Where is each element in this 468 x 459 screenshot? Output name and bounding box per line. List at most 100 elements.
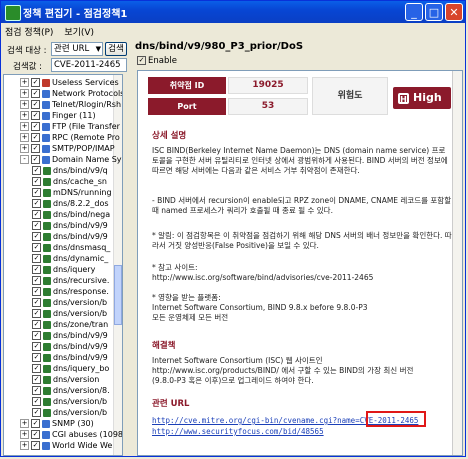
checkbox-checked-icon[interactable]: ✓ (32, 221, 41, 230)
checkbox-checked-icon[interactable]: ✓ (32, 353, 41, 362)
checkbox-checked-icon[interactable]: ✓ (31, 89, 40, 98)
checkbox-checked-icon[interactable]: ✓ (32, 342, 41, 351)
checkbox-checked-icon[interactable]: ✓ (32, 188, 41, 197)
checkbox-checked-icon[interactable]: ✓ (32, 166, 41, 175)
checkbox-checked-icon[interactable]: ✓ (32, 177, 41, 186)
checkbox-checked-icon[interactable]: ✓ (32, 199, 41, 208)
tree-item[interactable]: ✓ dns/dynamic_ (32, 253, 108, 264)
title-bar[interactable]: 정책 편집기 - 점검정책1 _ □ ✕ (1, 1, 465, 23)
minimize-button[interactable]: _ (405, 3, 423, 21)
tree-item[interactable]: ✓ dns/version/b (32, 297, 107, 308)
port-label: Port (148, 98, 226, 115)
checkbox-checked-icon[interactable]: ✓ (32, 298, 41, 307)
checkbox-checked-icon[interactable]: ✓ (31, 430, 40, 439)
tree-scroll-thumb[interactable] (114, 265, 122, 325)
tree-item[interactable]: ✓ dns/recursive. (32, 275, 109, 286)
checkbox-checked-icon[interactable]: ✓ (32, 276, 41, 285)
tree-item[interactable]: ✓ dns/version/b (32, 308, 107, 319)
tree-item[interactable]: ✓ dns/version/b (32, 407, 107, 418)
related-url-securityfocus[interactable]: http://www.securityfocus.com/bid/48565 (152, 427, 324, 436)
tree-item[interactable]: ✓ dns/version/8. (32, 385, 110, 396)
tree-item[interactable]: + ✓ FTP (File Transfer (20, 121, 120, 132)
tree-item[interactable]: ✓ dns/bind/v9/q (32, 165, 108, 176)
policy-tree[interactable]: + ✓ Useless Services + ✓ Network Protocols + ✓ T… (3, 74, 123, 456)
checkbox-checked-icon[interactable]: ✓ (32, 397, 41, 406)
tree-item[interactable]: - ✓ Domain Name Sy (20, 154, 122, 165)
tree-item[interactable]: ✓ dns/iquery (32, 264, 95, 275)
tree-item[interactable]: ✓ dns/dnsmasq_ (32, 242, 110, 253)
tree-item[interactable]: + ✓ World Wide We (20, 440, 112, 451)
checkbox-checked-icon[interactable]: ✓ (31, 155, 40, 164)
check-item-icon (43, 320, 51, 329)
checkbox-checked-icon[interactable]: ✓ (31, 144, 40, 153)
checkbox-checked-icon[interactable]: ✓ (32, 386, 41, 395)
checkbox-checked-icon[interactable]: ✓ (32, 375, 41, 384)
checkbox-checked-icon[interactable]: ✓ (32, 408, 41, 417)
tree-item[interactable]: ✓ dns/bind/nega (32, 209, 110, 220)
enable-checkbox[interactable]: ✓ Enable (137, 56, 177, 66)
menu-view[interactable]: 보기(V) (60, 23, 98, 40)
checkbox-checked-icon[interactable]: ✓ (32, 265, 41, 274)
tree-item[interactable]: ✓ mDNS/running (32, 187, 112, 198)
tree-item[interactable]: ✓ dns/8.2.2_dos (32, 198, 109, 209)
tree-item[interactable]: + ✓ SMTP/POP/IMAP (20, 143, 115, 154)
checkbox-checked-icon[interactable]: ✓ (31, 419, 40, 428)
checkbox-checked-icon[interactable]: ✓ (32, 287, 41, 296)
menu-policy[interactable]: 점검 정책(P) (1, 23, 57, 40)
tree-item[interactable]: ✓ dns/version (32, 374, 99, 385)
tree-item[interactable]: ✓ dns/bind/v9/9 (32, 220, 108, 231)
expand-icon[interactable]: + (20, 100, 29, 109)
expand-icon[interactable]: + (20, 144, 29, 153)
checkbox-checked-icon[interactable]: ✓ (32, 309, 41, 318)
search-target-select[interactable]: 관련 URL ▼ (51, 42, 103, 56)
checkbox-checked-icon[interactable]: ✓ (31, 122, 40, 131)
tree-item[interactable]: ✓ dns/version/b (32, 396, 107, 407)
tree-item[interactable]: ✓ dns/response. (32, 286, 109, 297)
checkbox-checked-icon[interactable]: ✓ (32, 364, 41, 373)
tree-item[interactable]: ✓ dns/zone/tran (32, 319, 108, 330)
check-item-icon (43, 375, 51, 384)
checkbox-checked-icon[interactable]: ✓ (32, 243, 41, 252)
checkbox-checked-icon[interactable]: ✓ (32, 254, 41, 263)
detail-scrollbar[interactable] (452, 71, 462, 455)
tree-item[interactable]: + ✓ Network Protocols (20, 88, 122, 99)
tree-item[interactable]: ✓ dns/bind/v9/9 (32, 341, 108, 352)
expand-icon[interactable]: + (20, 441, 29, 450)
risk-label: 위험도 (312, 77, 388, 115)
tree-item-label: Domain Name Sy (52, 155, 122, 164)
expand-icon[interactable]: + (20, 78, 29, 87)
tree-item[interactable]: + ✓ Useless Services (20, 77, 119, 88)
checkbox-checked-icon[interactable]: ✓ (32, 320, 41, 329)
checkbox-checked-icon[interactable]: ✓ (31, 78, 40, 87)
tree-item[interactable]: + ✓ Telnet/Rlogin/Rsh (20, 99, 121, 110)
tree-item[interactable]: ✓ dns/bind/v9/9 (32, 352, 108, 363)
expand-icon[interactable]: + (20, 419, 29, 428)
tree-item[interactable]: ✓ dns/iquery_bo (32, 363, 109, 374)
tree-item[interactable]: + ✓ RPC (Remote Pro (20, 132, 120, 143)
checkbox-checked-icon[interactable]: ✓ (32, 210, 41, 219)
checkbox-checked-icon[interactable]: ✓ (31, 441, 40, 450)
window-title: 정책 편집기 - 점검정책1 (23, 9, 128, 20)
expand-icon[interactable]: + (20, 111, 29, 120)
expand-icon[interactable]: + (20, 430, 29, 439)
checkbox-checked-icon[interactable]: ✓ (31, 100, 40, 109)
tree-item[interactable]: ✓ dns/bind/v9/9 (32, 330, 108, 341)
collapse-icon[interactable]: - (20, 155, 29, 164)
tree-item[interactable]: ✓ dns/cache_sn (32, 176, 107, 187)
tree-item[interactable]: ✓ dns/bind/v9/9 (32, 231, 108, 242)
checkbox-checked-icon[interactable]: ✓ (31, 133, 40, 142)
checkbox-checked-icon[interactable]: ✓ (32, 331, 41, 340)
tree-item[interactable]: + ✓ CGI abuses (1098 (20, 429, 122, 440)
maximize-button[interactable]: □ (425, 3, 443, 21)
close-button[interactable]: ✕ (445, 3, 463, 21)
expand-icon[interactable]: + (20, 122, 29, 131)
folder-icon (42, 144, 50, 153)
tree-item[interactable]: + ✓ SNMP (30) (20, 418, 94, 429)
search-button[interactable]: 검색 (105, 42, 127, 56)
checkbox-checked-icon[interactable]: ✓ (32, 232, 41, 241)
search-value-input[interactable]: CVE-2011-2465 (51, 58, 127, 72)
tree-item[interactable]: + ✓ Finger (11) (20, 110, 96, 121)
expand-icon[interactable]: + (20, 89, 29, 98)
expand-icon[interactable]: + (20, 133, 29, 142)
checkbox-checked-icon[interactable]: ✓ (31, 111, 40, 120)
